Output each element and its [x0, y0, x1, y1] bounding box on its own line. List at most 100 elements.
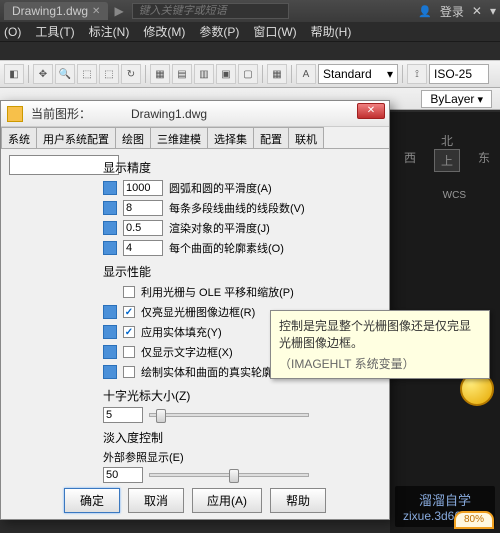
tab-start-arrow: ▶ [114, 4, 123, 18]
bylayer-value: ByLayer [430, 92, 474, 106]
watermark-cn: 溜溜自学 [403, 490, 487, 509]
true-silhouette-checkbox[interactable] [123, 366, 135, 378]
exchange-icon[interactable]: ✕ [472, 4, 482, 18]
search-input[interactable] [132, 3, 289, 19]
view-cube[interactable]: 北 西 上 东 [404, 132, 490, 172]
menu-help[interactable]: 帮助(H) [311, 23, 352, 40]
dwg-icon [103, 365, 117, 379]
apply-button[interactable]: 应用(A) [192, 488, 262, 513]
current-drawing-label: 当前图形： [31, 105, 91, 122]
menu-tools[interactable]: 工具(T) [35, 23, 74, 40]
xref-input[interactable] [103, 467, 143, 483]
crosshair-input[interactable] [103, 407, 143, 423]
poly-seg-label: 每条多段线曲线的线段数(V) [169, 200, 305, 216]
raster-ole-checkbox[interactable] [123, 286, 135, 298]
dwg-icon [103, 325, 117, 339]
solid-fill-label: 应用实体填充(Y) [141, 324, 222, 340]
ok-button[interactable]: 确定 [64, 488, 120, 513]
document-name: Drawing1.dwg [12, 4, 88, 18]
login-label[interactable]: 登录 [440, 3, 464, 20]
tool-btn-9[interactable]: ▣ [216, 64, 236, 84]
tool-btn-5[interactable]: ↻ [121, 64, 141, 84]
tool-btn-1[interactable]: ◧ [4, 64, 24, 84]
raster-ole-label: 利用光栅与 OLE 平移和缩放(P) [141, 284, 294, 300]
help-button[interactable]: 帮助 [270, 488, 326, 513]
text-style-combo[interactable]: Standard ▾ [318, 64, 398, 84]
highlight-frame-label: 仅亮显光栅图像边框(R) [141, 304, 255, 320]
render-smooth-label: 渲染对象的平滑度(J) [169, 220, 270, 236]
tooltip-sysvar: （IMAGEHLT 系统变量） [279, 355, 481, 372]
surface-lines-input[interactable] [123, 240, 163, 256]
document-tab[interactable]: Drawing1.dwg ✕ [4, 2, 108, 20]
bylayer-combo[interactable]: ByLayer ▾ [421, 90, 492, 108]
tooltip: 控制是完显整个光栅图像还是仅完显光栅图像边框。 （IMAGEHLT 系统变量） [270, 310, 490, 379]
dialog-close-button[interactable]: ✕ [357, 103, 385, 119]
login-icon[interactable]: 👤 [418, 5, 432, 18]
render-smooth-input[interactable] [123, 220, 163, 236]
tab-draw[interactable]: 绘图 [115, 127, 151, 148]
chevron-down-icon: ▾ [387, 67, 393, 81]
dwg-icon [103, 201, 117, 215]
solid-fill-checkbox[interactable] [123, 326, 135, 338]
title-bar: Drawing1.dwg ✕ ▶ 👤 登录 ✕ ▾ [0, 0, 500, 22]
tab-system[interactable]: 系统 [1, 127, 37, 148]
compass-e: 东 [478, 149, 490, 172]
display-perf-title: 显示性能 [103, 263, 381, 280]
dim-style-value: ISO-25 [434, 67, 472, 81]
wcs-label: WCS [443, 190, 466, 201]
tooltip-text: 控制是完显整个光栅图像还是仅完显光栅图像边框。 [279, 317, 481, 351]
tool-btn-10[interactable]: ▢ [238, 64, 258, 84]
compass-n: 北 [404, 132, 490, 149]
tab-select[interactable]: 选择集 [207, 127, 254, 148]
dim-style-combo[interactable]: ISO-25 [429, 64, 489, 84]
tab-user[interactable]: 用户系统配置 [36, 127, 116, 148]
tab-3d[interactable]: 三维建模 [150, 127, 208, 148]
separator [262, 65, 263, 83]
arc-smooth-input[interactable] [123, 180, 163, 196]
tool-btn-text-icon[interactable]: A [296, 64, 316, 84]
menu-annotate[interactable]: 标注(N) [89, 23, 130, 40]
slider-thumb[interactable] [229, 469, 239, 483]
arc-smooth-label: 圆弧和圆的平滑度(A) [169, 180, 272, 196]
display-accuracy-title: 显示精度 [103, 159, 381, 176]
tool-btn-6[interactable]: ▦ [150, 64, 170, 84]
compass-w: 西 [404, 149, 416, 172]
menu-bar: (O) 工具(T) 标注(N) 修改(M) 参数(P) 窗口(W) 帮助(H) [0, 22, 500, 42]
menu-window[interactable]: 窗口(W) [253, 23, 296, 40]
true-silhouette-label: 绘制实体和曲面的真实轮廓(W) [141, 364, 291, 380]
slider-thumb[interactable] [156, 409, 166, 423]
cancel-button[interactable]: 取消 [128, 488, 184, 513]
separator [28, 65, 29, 83]
dropdown-icon[interactable]: ▾ [490, 4, 496, 18]
tool-btn-8[interactable]: ▥ [194, 64, 214, 84]
tab-config[interactable]: 配置 [253, 127, 289, 148]
text-frame-checkbox[interactable] [123, 346, 135, 358]
dialog-tabs: 系统 用户系统配置 绘图 三维建模 选择集 配置 联机 [1, 127, 389, 149]
text-frame-label: 仅显示文字边框(X) [141, 344, 233, 360]
tab-close-icon[interactable]: ✕ [92, 6, 100, 17]
surface-lines-label: 每个曲面的轮廓素线(O) [169, 240, 284, 256]
menu-param[interactable]: 参数(P) [199, 23, 239, 40]
tool-btn-zoom[interactable]: 🔍 [55, 64, 75, 84]
menu-o[interactable]: (O) [4, 25, 21, 39]
tab-online[interactable]: 联机 [288, 127, 324, 148]
crosshair-slider[interactable] [149, 413, 309, 417]
menu-modify[interactable]: 修改(M) [143, 23, 185, 40]
tool-btn-11[interactable]: ▦ [267, 64, 287, 84]
xref-slider[interactable] [149, 473, 309, 477]
fade-title: 淡入度控制 [103, 429, 381, 446]
dwg-icon [103, 305, 117, 319]
dwg-icon [103, 181, 117, 195]
tool-btn-4[interactable]: ⬚ [99, 64, 119, 84]
poly-seg-input[interactable] [123, 200, 163, 216]
dialog-title-bar: 当前图形： Drawing1.dwg [1, 101, 389, 127]
separator [291, 65, 292, 83]
highlight-frame-checkbox[interactable] [123, 306, 135, 318]
tool-btn-7[interactable]: ▤ [172, 64, 192, 84]
dialog-button-row: 确定 取消 应用(A) 帮助 [1, 488, 389, 513]
tool-btn-pan[interactable]: ✥ [33, 64, 53, 84]
zoom-badge: 80% [454, 511, 494, 529]
tool-btn-dim-icon[interactable]: ⟟ [407, 64, 427, 84]
tool-btn-3[interactable]: ⬚ [77, 64, 97, 84]
drawing-icon [7, 106, 23, 122]
